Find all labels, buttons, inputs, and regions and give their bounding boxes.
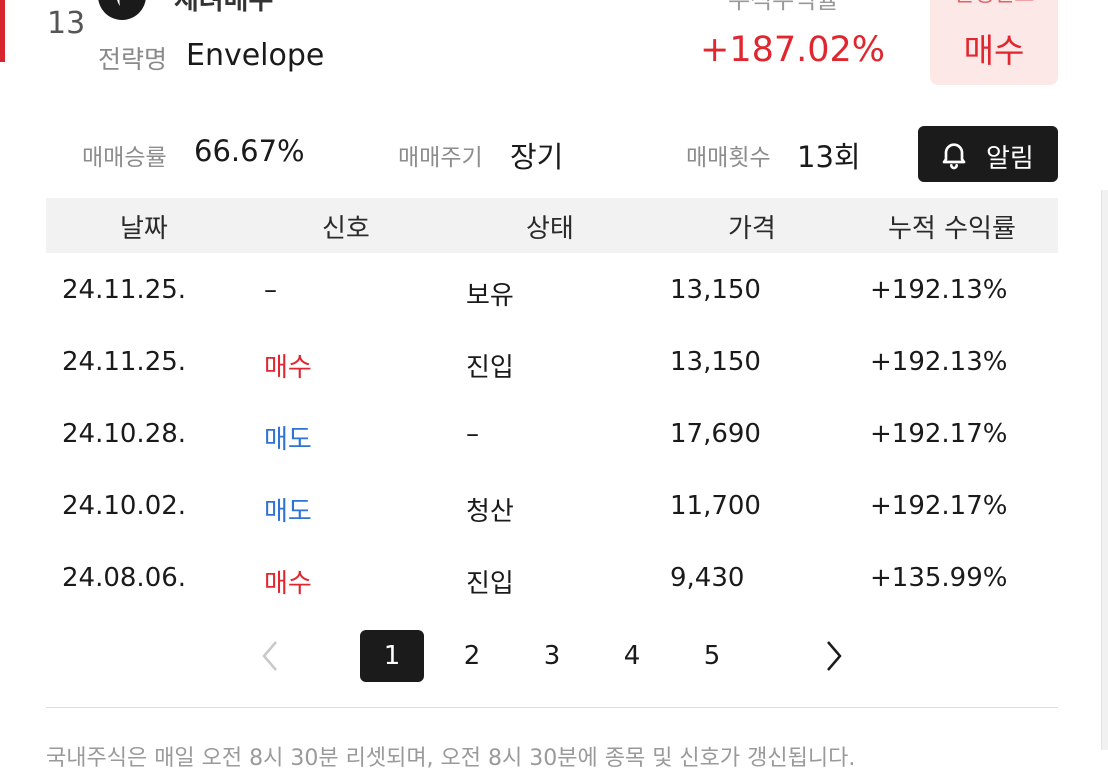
page-button-4[interactable]: 4 <box>600 630 664 682</box>
row-price: 17,690 <box>670 419 761 449</box>
scrollbar[interactable] <box>1101 190 1108 750</box>
row-date: 24.11.25. <box>62 347 187 377</box>
strategy-name-value: Envelope <box>186 38 325 73</box>
column-header-status: 상태 <box>526 214 574 244</box>
next-page-button[interactable] <box>822 638 846 678</box>
row-status: 진입 <box>466 353 514 383</box>
column-header-price: 가격 <box>728 214 776 244</box>
bell-icon <box>942 143 966 170</box>
row-signal: – <box>264 275 277 305</box>
trade-count-value: 13회 <box>797 140 861 174</box>
strategy-title-partial: 세려매수 <box>174 0 274 16</box>
page-button-2[interactable]: 2 <box>440 630 504 682</box>
signal-badge-label-partial: 실행신호 <box>930 0 1058 8</box>
row-status: 진입 <box>466 569 514 599</box>
row-status: 청산 <box>466 497 514 527</box>
trade-count-label: 매매횟수 <box>686 145 771 171</box>
row-return: +135.99% <box>870 563 1008 593</box>
row-status: – <box>466 419 479 449</box>
page-button-1[interactable]: 1 <box>360 630 424 682</box>
row-return: +192.13% <box>870 347 1008 377</box>
row-return: +192.17% <box>870 491 1008 521</box>
page-button-3[interactable]: 3 <box>520 630 584 682</box>
row-price: 13,150 <box>670 275 761 305</box>
left-accent-bar <box>0 0 5 62</box>
column-header-date: 날짜 <box>120 214 168 244</box>
cumulative-return-label-partial: 누적수익률 <box>728 0 839 14</box>
row-price: 13,150 <box>670 347 761 377</box>
signal-badge-value: 매수 <box>963 31 1025 70</box>
row-date: 24.11.25. <box>62 275 187 305</box>
prev-page-button[interactable] <box>258 638 282 678</box>
win-rate-value: 66.67% <box>194 134 305 168</box>
strategy-logo-icon <box>98 0 146 20</box>
win-rate-label: 매매승률 <box>82 145 167 171</box>
row-date: 24.08.06. <box>62 563 187 593</box>
row-return: +192.13% <box>870 275 1008 305</box>
row-date: 24.10.28. <box>62 419 187 449</box>
row-signal: 매도 <box>264 497 312 527</box>
trade-period-value: 장기 <box>510 140 564 174</box>
strategy-name-label: 전략명 <box>98 45 168 74</box>
row-return: +192.17% <box>870 419 1008 449</box>
row-signal: 매수 <box>264 353 312 383</box>
row-signal: 매수 <box>264 569 312 599</box>
row-date: 24.10.02. <box>62 491 187 521</box>
row-signal: 매도 <box>264 425 312 455</box>
trade-period-label: 매매주기 <box>398 145 483 171</box>
column-header-signal: 신호 <box>322 214 370 244</box>
rank-number: 13 <box>47 6 86 41</box>
alert-button-label: 알림 <box>986 144 1034 174</box>
update-notice: 국내주식은 매일 오전 8시 30분 리셋되며, 오전 8시 30분에 종목 및… <box>46 746 856 771</box>
row-price: 9,430 <box>670 563 745 593</box>
chevron-left-icon <box>262 641 277 671</box>
section-divider <box>46 707 1058 708</box>
row-status: 보유 <box>466 281 514 311</box>
row-price: 11,700 <box>670 491 761 521</box>
page-button-5[interactable]: 5 <box>680 630 744 682</box>
column-header-cumulative-return: 누적 수익률 <box>888 214 1016 244</box>
chevron-right-icon <box>827 641 842 671</box>
history-table-header: 날짜 신호 상태 가격 누적 수익률 <box>46 198 1058 253</box>
cumulative-return-value: +187.02% <box>700 30 886 70</box>
signal-badge: 실행신호 매수 <box>930 0 1058 85</box>
alert-button[interactable]: 알림 <box>918 126 1058 182</box>
